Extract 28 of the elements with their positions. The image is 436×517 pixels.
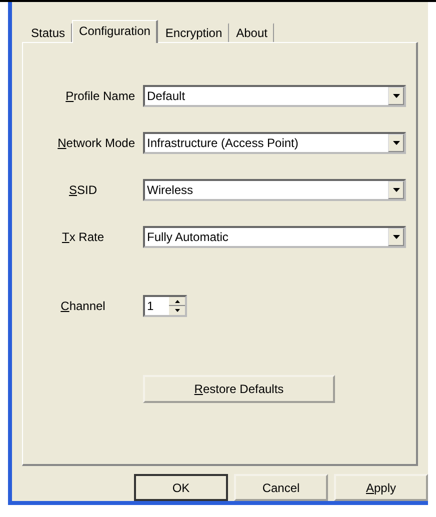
dropdown-field[interactable]: Wireless bbox=[143, 179, 406, 201]
dropdown-value: Infrastructure (Access Point) bbox=[146, 136, 298, 150]
field-label: Profile Name bbox=[66, 89, 135, 103]
dropdown-field[interactable]: Fully Automatic bbox=[143, 226, 406, 248]
dropdown-value: Wireless bbox=[146, 183, 194, 197]
restore-defaults-button[interactable]: Restore Defaults bbox=[143, 375, 335, 403]
tab[interactable]: Configuration bbox=[72, 20, 158, 43]
field-label: Network Mode bbox=[58, 136, 135, 150]
dropdown-value: Default bbox=[146, 89, 186, 103]
dropdown-button[interactable] bbox=[388, 87, 404, 105]
field-label: Channel bbox=[60, 299, 106, 313]
dialog-button[interactable]: Cancel bbox=[234, 474, 328, 501]
spin-value: 1 bbox=[146, 299, 154, 313]
dropdown-button[interactable] bbox=[388, 228, 404, 246]
dropdown-field[interactable]: Infrastructure (Access Point) bbox=[143, 132, 406, 154]
field-label: Tx Rate bbox=[62, 230, 104, 244]
spin-field[interactable]: 1 bbox=[143, 295, 187, 317]
dialog-button[interactable]: OK bbox=[134, 474, 228, 501]
dropdown-arrow-icon bbox=[392, 141, 400, 145]
dropdown-value: Fully Automatic bbox=[146, 230, 228, 244]
dropdown-button[interactable] bbox=[388, 134, 404, 152]
dialog-button[interactable]: Apply bbox=[334, 474, 428, 501]
field-label: SSID bbox=[68, 183, 98, 197]
dropdown-arrow-icon bbox=[392, 235, 400, 239]
dropdown-arrow-icon bbox=[392, 188, 400, 192]
dropdown-field[interactable]: Default bbox=[143, 85, 406, 107]
dropdown-button[interactable] bbox=[388, 181, 404, 199]
dropdown-arrow-icon bbox=[392, 94, 400, 98]
